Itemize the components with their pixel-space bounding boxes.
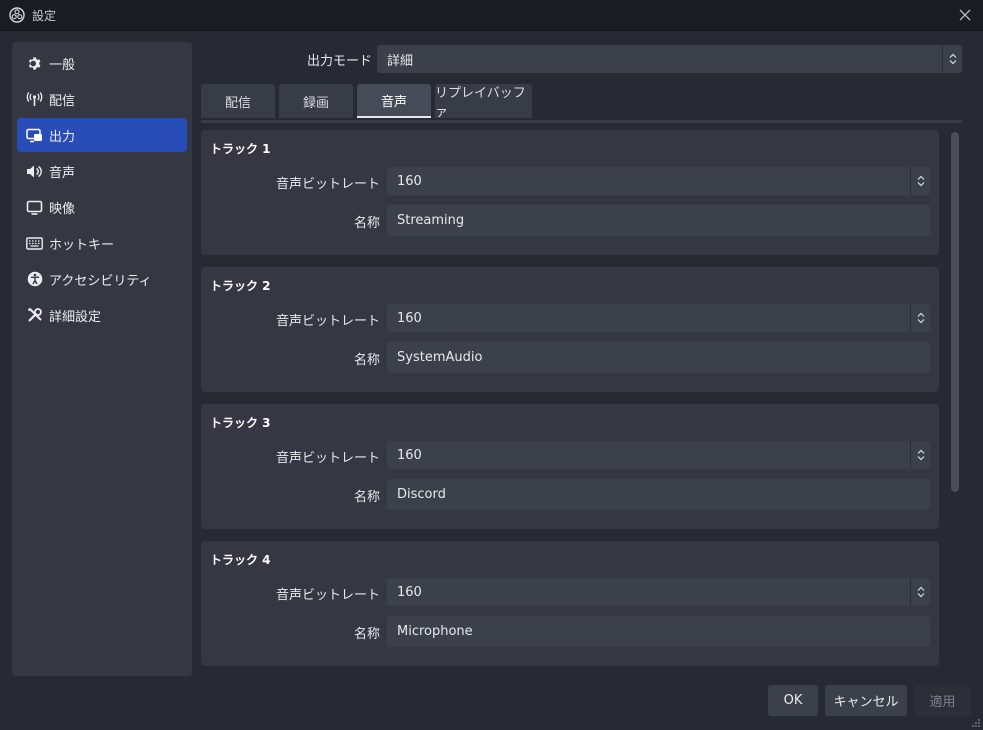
track-title: トラック 4 <box>210 553 271 567</box>
keyboard-icon <box>26 235 43 252</box>
gear-icon <box>26 55 43 72</box>
chevron-updown-icon <box>910 167 930 195</box>
track-panel: トラック 1 音声ビットレート 160 名称 Streaming <box>201 130 939 255</box>
vertical-scrollbar[interactable] <box>950 130 960 676</box>
track-panel: トラック 3 音声ビットレート 160 名称 Discord <box>201 404 939 529</box>
bitrate-select[interactable]: 160 <box>387 167 930 195</box>
obs-logo-icon <box>9 7 25 23</box>
settings-content: 出力モード 詳細 配信 録画 音声 リプレイバッファ トラック 1 音声ビットレ… <box>201 42 971 676</box>
bitrate-value: 160 <box>397 447 422 463</box>
sidebar-item-general[interactable]: 一般 <box>17 46 187 80</box>
tabs-divider <box>201 120 962 123</box>
track-name-input[interactable]: Discord <box>387 479 930 510</box>
broadcast-icon <box>26 91 43 108</box>
chevron-updown-icon <box>910 304 930 332</box>
chevron-updown-icon <box>942 45 962 73</box>
name-label: 名称 <box>353 353 380 368</box>
output-mode-value: 詳細 <box>387 53 414 69</box>
track-name-input[interactable]: Streaming <box>387 205 930 236</box>
bitrate-select[interactable]: 160 <box>387 441 930 469</box>
tab-audio[interactable]: 音声 <box>357 84 431 118</box>
output-mode-select[interactable]: 詳細 <box>377 45 962 73</box>
sidebar-item-video[interactable]: 映像 <box>17 190 187 224</box>
track-title: トラック 2 <box>210 279 271 293</box>
track-name-value: Discord <box>397 487 446 502</box>
bitrate-label: 音声ビットレート <box>275 451 380 466</box>
sidebar-item-label: 配信 <box>49 93 76 109</box>
track-name-input[interactable]: Microphone <box>387 616 930 647</box>
tab-recording[interactable]: 録画 <box>279 84 353 118</box>
output-icon <box>26 127 43 144</box>
bitrate-label: 音声ビットレート <box>275 177 380 192</box>
scrollbar-thumb[interactable] <box>951 132 959 492</box>
accessibility-icon <box>26 271 43 288</box>
bitrate-label: 音声ビットレート <box>275 314 380 329</box>
chevron-updown-icon <box>910 578 930 606</box>
track-name-value: Microphone <box>397 624 473 639</box>
sidebar-item-output[interactable]: 出力 <box>17 118 187 152</box>
name-label: 名称 <box>353 216 380 231</box>
ok-button[interactable]: OK <box>768 685 818 716</box>
chevron-updown-icon <box>910 441 930 469</box>
apply-button[interactable]: 適用 <box>914 685 971 716</box>
sidebar-item-label: 映像 <box>49 201 76 217</box>
track-name-value: Streaming <box>397 213 465 228</box>
sidebar-item-stream[interactable]: 配信 <box>17 82 187 116</box>
bitrate-select[interactable]: 160 <box>387 578 930 606</box>
sidebar-item-label: アクセシビリティ <box>49 273 152 289</box>
track-panel: トラック 2 音声ビットレート 160 名称 SystemAudio <box>201 267 939 392</box>
window-title: 設定 <box>32 8 57 23</box>
resize-grip-icon[interactable] <box>971 718 981 728</box>
output-mode-label: 出力モード <box>306 53 372 69</box>
name-label: 名称 <box>353 627 380 642</box>
name-label: 名称 <box>353 490 380 505</box>
settings-window-body: 一般 配信 出力 音声 映像 ホットキー アクセシビリティ 詳細設定 出力モード… <box>0 31 983 730</box>
sidebar-item-label: 出力 <box>49 129 76 145</box>
track-panel: トラック 4 音声ビットレート 160 名称 Microphone <box>201 541 939 666</box>
output-mode-row: 出力モード 詳細 <box>201 45 962 73</box>
output-tabs: 配信 録画 音声 リプレイバッファ <box>201 84 536 120</box>
audio-tracks-scroll-area[interactable]: トラック 1 音声ビットレート 160 名称 Streaming トラック 2 … <box>201 130 971 676</box>
track-name-input[interactable]: SystemAudio <box>387 342 930 373</box>
speaker-icon <box>26 163 43 180</box>
tab-stream[interactable]: 配信 <box>201 84 275 118</box>
track-title: トラック 3 <box>210 416 271 430</box>
sidebar-item-hotkeys[interactable]: ホットキー <box>17 226 187 260</box>
sidebar-item-accessibility[interactable]: アクセシビリティ <box>17 262 187 296</box>
bitrate-value: 160 <box>397 584 422 600</box>
bitrate-value: 160 <box>397 173 422 189</box>
cancel-button[interactable]: キャンセル <box>825 685 907 716</box>
sidebar-item-advanced[interactable]: 詳細設定 <box>17 298 187 332</box>
track-name-value: SystemAudio <box>397 350 483 365</box>
sidebar-item-label: 音声 <box>49 165 76 181</box>
bitrate-label: 音声ビットレート <box>275 588 380 603</box>
close-button[interactable] <box>955 5 975 25</box>
track-title: トラック 1 <box>210 142 271 156</box>
dialog-footer: OK キャンセル 適用 <box>761 685 971 716</box>
title-bar: 設定 <box>0 0 983 31</box>
bitrate-value: 160 <box>397 310 422 326</box>
sidebar-item-label: 詳細設定 <box>49 309 102 325</box>
sidebar-item-label: ホットキー <box>49 237 115 253</box>
sidebar-item-audio[interactable]: 音声 <box>17 154 187 188</box>
tab-replay-buffer[interactable]: リプレイバッファ <box>435 84 532 120</box>
close-icon <box>959 9 971 21</box>
bitrate-select[interactable]: 160 <box>387 304 930 332</box>
settings-sidebar: 一般 配信 出力 音声 映像 ホットキー アクセシビリティ 詳細設定 <box>12 42 192 676</box>
sidebar-item-label: 一般 <box>49 57 76 73</box>
tools-icon <box>26 307 43 324</box>
monitor-icon <box>26 199 43 216</box>
